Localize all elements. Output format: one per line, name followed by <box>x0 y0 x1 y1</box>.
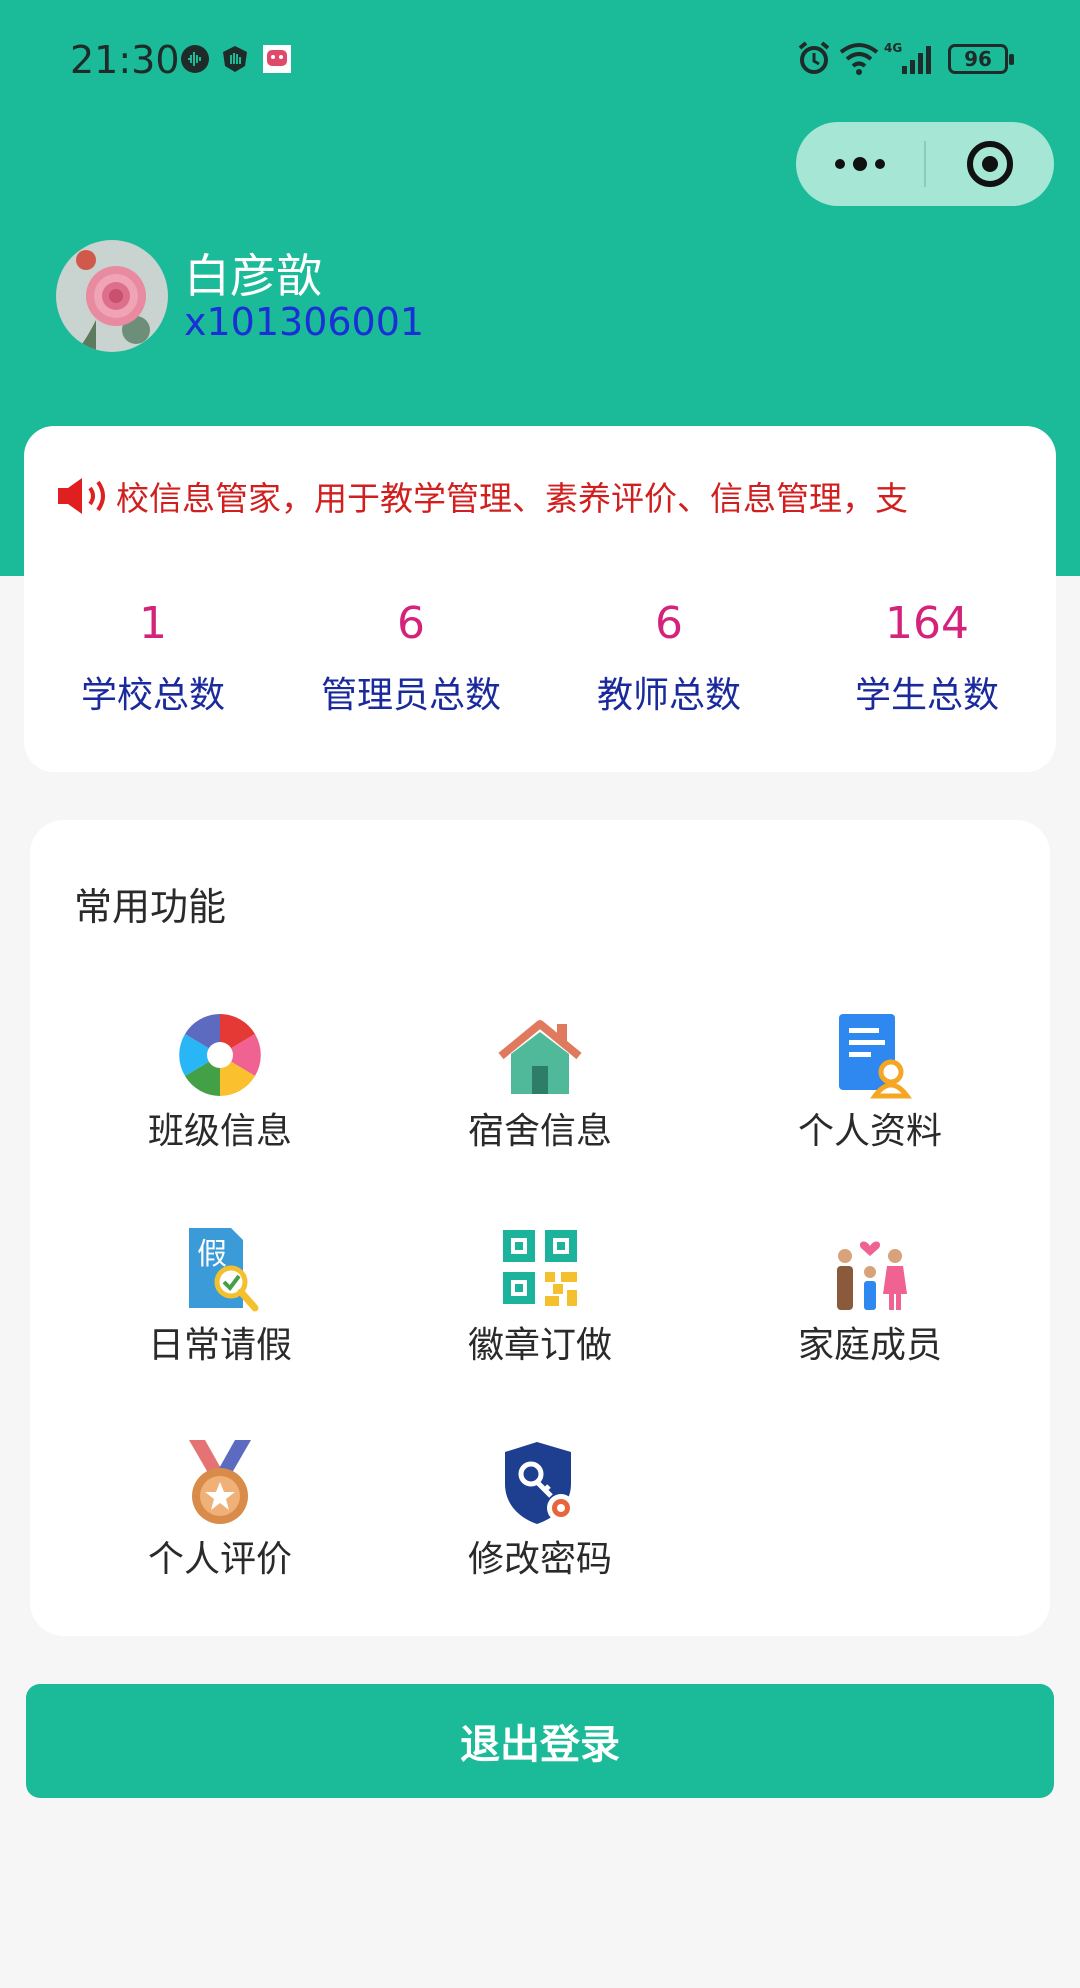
medal-icon <box>189 1440 251 1524</box>
user-id: x101306001 <box>184 300 425 344</box>
stat-schools[interactable]: 1 学校总数 <box>24 596 282 736</box>
func-label: 徽章订做 <box>467 1325 612 1366</box>
stats-row: 1 学校总数 6 管理员总数 6 教师总数 164 学生总数 <box>24 596 1056 736</box>
wifi-icon <box>839 43 879 75</box>
stat-teachers[interactable]: 6 教师总数 <box>540 596 798 736</box>
func-label: 个人评价 <box>147 1539 292 1580</box>
func-label: 班级信息 <box>147 1111 292 1152</box>
stat-label: 学校总数 <box>80 675 225 716</box>
stat-value: 6 <box>655 598 683 649</box>
func-class-info[interactable]: 班级信息 <box>55 1010 385 1210</box>
aperture-icon <box>179 1014 261 1096</box>
hand-shield-icon <box>223 46 247 72</box>
section-title: 常用功能 <box>74 885 227 929</box>
func-label: 宿舍信息 <box>467 1111 612 1152</box>
func-family-members[interactable]: 家庭成员 <box>705 1224 1035 1424</box>
func-label: 个人资料 <box>797 1111 942 1152</box>
stat-admins[interactable]: 6 管理员总数 <box>282 596 540 736</box>
func-dorm-info[interactable]: 宿舍信息 <box>375 1010 705 1210</box>
key-shield-icon <box>505 1442 575 1524</box>
notice-bar[interactable]: 校信息管家，用于教学管理、素养评价、信息管理，支 <box>56 466 1024 526</box>
func-personal-profile[interactable]: 个人资料 <box>705 1010 1035 1210</box>
profile-document-icon <box>839 1014 912 1099</box>
func-change-password[interactable]: 修改密码 <box>375 1438 705 1638</box>
stats-card: 校信息管家，用于教学管理、素养评价、信息管理，支 1 学校总数 6 管理员总数 … <box>24 426 1056 772</box>
avatar[interactable] <box>56 240 168 352</box>
status-time: 21:30 <box>70 38 180 82</box>
battery-level: 96 <box>964 47 992 71</box>
signal-4g-icon: 4G <box>884 41 931 74</box>
rose-avatar-icon <box>56 240 168 352</box>
func-label: 家庭成员 <box>797 1325 942 1366</box>
notice-text: 校信息管家，用于教学管理、素养评价、信息管理，支 <box>116 479 908 518</box>
house-icon <box>498 1020 582 1094</box>
stat-label: 管理员总数 <box>320 675 501 716</box>
status-bar: 21:30 4G 96 <box>0 0 1080 120</box>
stat-label: 教师总数 <box>596 675 741 716</box>
family-icon <box>837 1241 907 1310</box>
svg-text:4G: 4G <box>884 41 902 55</box>
leave-document-icon: 假 <box>189 1228 259 1312</box>
stat-value: 1 <box>139 598 167 649</box>
more-dots-icon <box>835 157 885 171</box>
qr-code-icon <box>503 1230 577 1306</box>
stat-label: 学生总数 <box>854 675 999 716</box>
target-close-icon <box>967 141 1013 187</box>
common-functions-card: 常用功能 班级信息 宿舍信息 个人资料 假 日常请假 徽章订做 家庭成员 个人评… <box>30 820 1050 1636</box>
battery-indicator: 96 <box>948 44 1014 74</box>
user-name: 白彦歆 <box>184 249 322 303</box>
func-badge-order[interactable]: 徽章订做 <box>375 1224 705 1424</box>
capsule-menu <box>796 122 1054 206</box>
robot-app-icon <box>263 45 291 73</box>
func-daily-leave[interactable]: 假 日常请假 <box>55 1224 385 1424</box>
stat-students[interactable]: 164 学生总数 <box>798 596 1056 736</box>
alarm-icon <box>798 41 830 74</box>
func-label: 修改密码 <box>467 1539 612 1580</box>
voice-assistant-icon <box>181 45 209 73</box>
stat-value: 164 <box>885 598 969 649</box>
logout-button[interactable]: 退出登录 <box>26 1684 1054 1798</box>
more-button[interactable] <box>796 122 924 206</box>
svg-text:假: 假 <box>197 1237 227 1272</box>
func-label: 日常请假 <box>147 1325 292 1366</box>
stat-value: 6 <box>397 598 425 649</box>
close-miniprogram-button[interactable] <box>926 122 1054 206</box>
speaker-icon <box>58 478 105 514</box>
func-personal-evaluation[interactable]: 个人评价 <box>55 1438 385 1638</box>
